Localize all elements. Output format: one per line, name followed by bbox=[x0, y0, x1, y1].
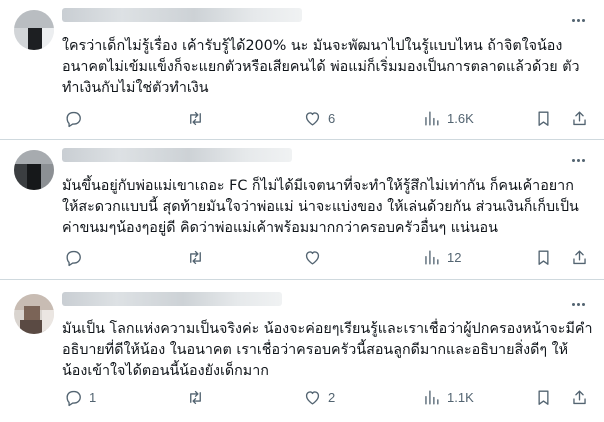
bookmark-icon bbox=[538, 110, 549, 126]
repost-icon bbox=[190, 111, 201, 125]
repost-button[interactable] bbox=[186, 387, 211, 407]
reply-count: 1 bbox=[89, 389, 97, 405]
share-icon bbox=[573, 389, 586, 404]
post-text-line: น้องเข้าใจได้ตอนนี้น้องยังเด็กมาก bbox=[62, 363, 269, 379]
repost-icon bbox=[190, 390, 201, 404]
post[interactable]: มันเป็น โลกแห่งความเป็นจริงค่ะ น้องจะค่อ… bbox=[0, 280, 604, 422]
share-button[interactable] bbox=[570, 108, 589, 128]
post-text-line: ใครว่าเด็กไม่รู้เรื่อง เค้ารับรู้ได้200%… bbox=[62, 38, 563, 54]
post-text-line: มันเป็น โลกแห่งความเป็นจริงค่ะ น้องจะค่อ… bbox=[62, 321, 593, 337]
reply-button[interactable]: 1 bbox=[64, 387, 96, 407]
more-icon[interactable] bbox=[566, 12, 590, 28]
views-button[interactable]: 12 bbox=[422, 247, 461, 267]
post-text: มันเป็น โลกแห่งความเป็นจริงค่ะ น้องจะค่อ… bbox=[62, 319, 593, 382]
share-button[interactable] bbox=[570, 387, 589, 407]
more-icon[interactable] bbox=[566, 152, 590, 168]
like-icon bbox=[305, 390, 320, 405]
bookmark-button[interactable] bbox=[534, 387, 553, 407]
like-button[interactable]: 6 bbox=[303, 108, 335, 128]
author-name[interactable] bbox=[62, 8, 302, 22]
views-button[interactable]: 1.6K bbox=[422, 108, 474, 128]
share-button[interactable] bbox=[570, 247, 589, 267]
views-icon bbox=[425, 110, 439, 126]
like-button[interactable] bbox=[303, 247, 328, 267]
views-count: 1.6K bbox=[447, 110, 474, 126]
post-text: ใครว่าเด็กไม่รู้เรื่อง เค้ารับรู้ได้200%… bbox=[62, 36, 590, 99]
reply-icon bbox=[66, 390, 81, 406]
repost-icon bbox=[190, 250, 201, 264]
like-icon bbox=[305, 111, 320, 126]
like-icon bbox=[305, 250, 320, 265]
views-button[interactable]: 1.1K bbox=[422, 387, 474, 407]
avatar[interactable] bbox=[14, 150, 54, 190]
reply-icon bbox=[66, 250, 81, 266]
share-icon bbox=[573, 110, 586, 125]
bookmark-button[interactable] bbox=[534, 247, 553, 267]
bookmark-icon bbox=[538, 249, 549, 265]
views-count: 12 bbox=[447, 249, 462, 265]
like-count: 6 bbox=[328, 110, 336, 126]
like-button[interactable]: 2 bbox=[303, 387, 335, 407]
post-actions: 6 1.6K bbox=[62, 108, 598, 128]
reply-button[interactable] bbox=[64, 108, 89, 128]
bookmark-button[interactable] bbox=[534, 108, 553, 128]
author-name[interactable] bbox=[62, 148, 292, 162]
avatar[interactable] bbox=[14, 294, 54, 334]
reply-button[interactable] bbox=[64, 247, 89, 267]
post-text: มันขึ้นอยู่กับพ่อแม่เขาเถอะ FC ก็ไม่ได้ม… bbox=[62, 176, 590, 239]
post-actions: 1 2 1.1K bbox=[62, 387, 598, 407]
avatar[interactable] bbox=[14, 10, 54, 50]
repost-button[interactable] bbox=[186, 247, 211, 267]
repost-button[interactable] bbox=[186, 108, 211, 128]
views-icon bbox=[425, 249, 439, 265]
post[interactable]: มันขึ้นอยู่กับพ่อแม่เขาเถอะ FC ก็ไม่ได้ม… bbox=[0, 140, 604, 280]
bookmark-icon bbox=[538, 389, 549, 405]
post-text-line: ค่าขนมๆน้องๆอยู่ดี คิดว่าพ่อแม่เค้าพร้อม… bbox=[62, 220, 498, 236]
post[interactable]: ใครว่าเด็กไม่รู้เรื่อง เค้ารับรู้ได้200%… bbox=[0, 0, 604, 140]
post-text-line: มันขึ้นอยู่กับพ่อแม่เขาเถอะ FC ก็ไม่ได้ม… bbox=[62, 178, 574, 194]
share-icon bbox=[573, 249, 586, 264]
more-icon[interactable] bbox=[566, 296, 590, 312]
post-text-line: ทำเงินกับไม่ใช่ตัวทำเงิน bbox=[62, 80, 209, 96]
author-name[interactable] bbox=[62, 292, 282, 306]
views-count: 1.1K bbox=[447, 389, 474, 405]
like-count: 2 bbox=[328, 389, 336, 405]
post-text-line: อนาคตไม่เข้มแข็งก็จะแยกตัวหรือเสียคนได้ … bbox=[62, 59, 580, 75]
reply-icon bbox=[66, 111, 81, 127]
views-icon bbox=[425, 389, 439, 405]
post-text-line: อธิบายที่ดีให้น้อง ในอนาคต เราเชื่อว่าคร… bbox=[62, 342, 569, 358]
post-actions: 12 bbox=[62, 247, 598, 267]
post-text-line: ให้สะดวกแบบนี้ สุดท้ายมันใจว่าพ่อแม่ น่า… bbox=[62, 199, 579, 215]
